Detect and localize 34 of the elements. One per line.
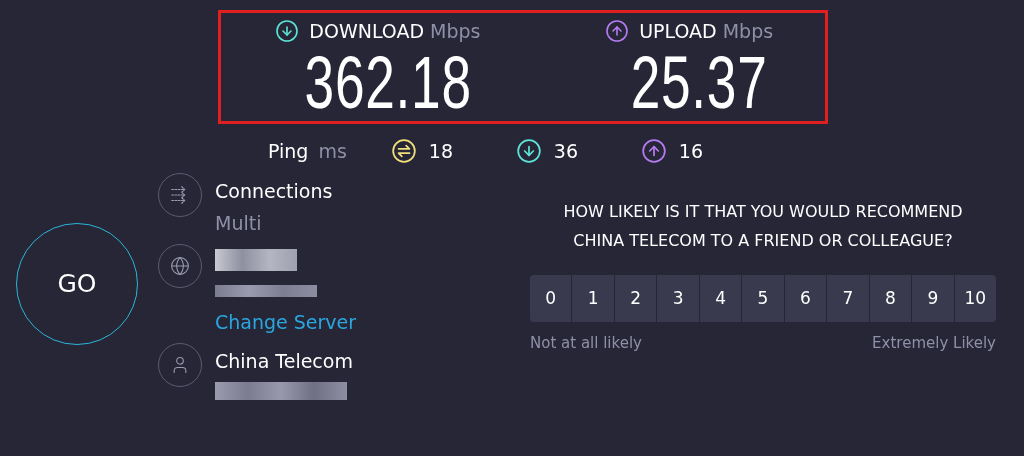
- unit-label: Mbps: [430, 19, 481, 44]
- unit-label: ms: [318, 138, 347, 164]
- ping-icon: [390, 138, 417, 164]
- ping-label: Ping: [268, 138, 309, 164]
- unit-label: Mbps: [722, 19, 774, 44]
- rating-option[interactable]: 1: [572, 275, 614, 322]
- rating-option[interactable]: 0: [530, 275, 572, 322]
- metric-label: DOWNLOAD: [309, 19, 425, 44]
- metric-value: 362.18: [304, 45, 472, 120]
- rating-option[interactable]: 7: [827, 275, 869, 322]
- ping-value: 36: [553, 138, 579, 164]
- rating-option[interactable]: 3: [657, 275, 699, 322]
- metric-value: 25.37: [630, 45, 768, 120]
- high-label: Extremely Likely: [872, 333, 996, 354]
- rating-option[interactable]: 2: [614, 275, 657, 322]
- info-title: China Telecom: [215, 349, 353, 374]
- rating-option[interactable]: 8: [869, 275, 912, 322]
- upload-icon: [640, 138, 667, 164]
- rating-option[interactable]: 9: [912, 275, 954, 322]
- metric-label: UPLOAD: [639, 19, 717, 44]
- change-server-link[interactable]: Change Server: [215, 309, 357, 335]
- rating-option[interactable]: 6: [784, 275, 827, 322]
- info-subtitle: Multi: [215, 211, 263, 236]
- upload-icon: [605, 19, 630, 44]
- download-icon: [275, 19, 300, 44]
- download-icon: [515, 138, 542, 164]
- rating-option[interactable]: 10: [954, 275, 996, 322]
- rating-option[interactable]: 5: [742, 275, 784, 322]
- ping-value: 16: [678, 138, 704, 164]
- ping-value: 18: [428, 138, 454, 164]
- survey-question: HOW LIKELY IS IT THAT YOU WOULD RECOMMEND CHINA TELECOM TO A FRIEND OR COLLEAGUE?: [562, 201, 964, 252]
- rating-option[interactable]: 4: [699, 275, 742, 322]
- info-title: Connections: [215, 179, 333, 204]
- low-label: Not at all likely: [530, 333, 642, 354]
